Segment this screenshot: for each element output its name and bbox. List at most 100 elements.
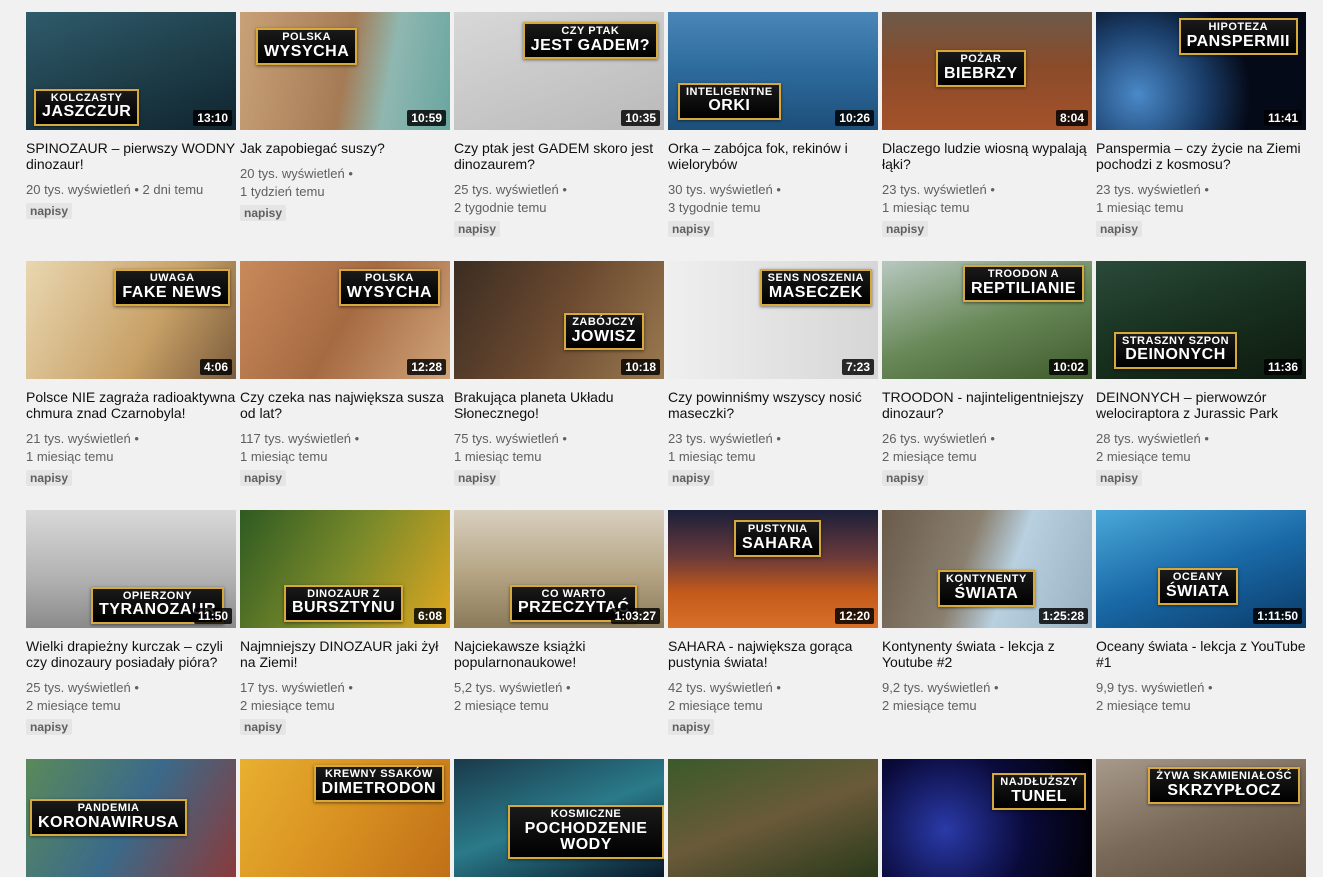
video-title[interactable]: SPINOZAUR – pierwszy WODNY dinozaur! (26, 140, 236, 172)
thumbnail-overlay-line2: BIEBRZY (944, 64, 1018, 82)
video-meta: 23 tys. wyświetleń • 1 miesiąc temu (668, 430, 878, 466)
video-card[interactable]: KOSMICZNE POCHODZENIE WODY (454, 759, 664, 877)
video-card[interactable]: POLSKA WYSYCHA 10:59 Jak zapobiegać suszy? 2… (240, 12, 450, 261)
video-title[interactable]: Polsce NIE zagraża radioaktywna chmura z… (26, 389, 236, 421)
video-card[interactable]: POLSKA WYSYCHA 12:28 Czy czeka nas najwięks… (240, 261, 450, 510)
video-thumbnail[interactable]: POLSKA WYSYCHA 12:28 (240, 261, 450, 379)
video-title[interactable]: SAHARA - największa gorąca pustynia świa… (668, 638, 878, 670)
video-meta: 21 tys. wyświetleń • 1 miesiąc temu (26, 430, 236, 466)
thumbnail-overlay-line2: WYSYCHA (346, 283, 432, 301)
video-thumbnail[interactable]: OPIERZONY TYRANOZAUR 11:50 (26, 510, 236, 628)
thumbnail-overlay-title: PANDEMIA KORONAWIRUSA (30, 799, 188, 837)
video-card[interactable]: KREWNY SSAKÓW DIMETRODON (240, 759, 450, 877)
video-duration: 10:02 (1049, 359, 1088, 375)
thumbnail-overlay-title: POLSKA WYSYCHA (256, 28, 358, 66)
video-card[interactable]: PANDEMIA KORONAWIRUSA (26, 759, 236, 877)
video-thumbnail[interactable]: ŻYWA SKAMIENIAŁOŚĆ SKRZYPŁOCZ (1096, 759, 1306, 877)
video-card[interactable]: PUSTYNIA SAHARA 12:20 SAHARA - największa g… (668, 510, 878, 759)
video-thumbnail[interactable] (668, 759, 878, 877)
meta-separator: • (772, 431, 781, 446)
video-thumbnail[interactable]: NAJDŁUŻSZY TUNEL (882, 759, 1092, 877)
video-title[interactable]: Jak zapobiegać suszy? (240, 140, 450, 156)
thumbnail-overlay-title: NAJDŁUŻSZY TUNEL (992, 773, 1086, 811)
view-count: 117 tys. wyświetleń (240, 431, 352, 446)
video-card[interactable]: CZY PTAK JEST GADEM? 10:35 Czy ptak jest GA… (454, 12, 664, 261)
video-thumbnail[interactable]: OCEANY ŚWIATA 1:11:50 (1096, 510, 1306, 628)
video-title[interactable]: Brakująca planeta Układu Słonecznego! (454, 389, 664, 421)
video-thumbnail[interactable]: POLSKA WYSYCHA 10:59 (240, 12, 450, 130)
thumbnail-overlay-line2: MASECZEK (768, 283, 863, 301)
video-card[interactable]: DINOZAUR Z BURSZTYNU 6:08 Najmniejszy DINOZ… (240, 510, 450, 759)
video-thumbnail[interactable]: INTELIGENTNE ORKI 10:26 (668, 12, 878, 130)
video-thumbnail[interactable]: PUSTYNIA SAHARA 12:20 (668, 510, 878, 628)
video-card[interactable]: OCEANY ŚWIATA 1:11:50 Oceany świata - lekcj… (1096, 510, 1306, 759)
video-thumbnail[interactable]: STRASZNY SZPON DEINONYCH 11:36 (1096, 261, 1306, 379)
video-thumbnail[interactable]: UWAGA FAKE NEWS 4:06 (26, 261, 236, 379)
video-thumbnail[interactable]: CZY PTAK JEST GADEM? 10:35 (454, 12, 664, 130)
video-card[interactable]: UWAGA FAKE NEWS 4:06 Polsce NIE zagraża rad… (26, 261, 236, 510)
thumbnail-overlay-line2: TUNEL (1011, 787, 1068, 805)
video-thumbnail[interactable]: ZABÓJCZY JOWISZ 10:18 (454, 261, 664, 379)
video-duration: 12:28 (407, 359, 446, 375)
video-title[interactable]: Czy powinniśmy wszyscy nosić maseczki? (668, 389, 878, 421)
meta-separator: • (130, 431, 139, 446)
video-card[interactable]: SENS NOSZENIA MASECZEK 7:23 Czy powinniśmy … (668, 261, 878, 510)
upload-age: 2 miesiące temu (1096, 449, 1191, 464)
video-thumbnail[interactable]: POŻAR BIEBRZY 8:04 (882, 12, 1092, 130)
video-card[interactable]: CO WARTO PRZECZYTAĆ 1:03:27 Najciekawsze ks… (454, 510, 664, 759)
video-duration: 6:08 (413, 608, 446, 624)
video-thumbnail[interactable]: KOSMICZNE POCHODZENIE WODY (454, 759, 664, 877)
video-thumbnail[interactable]: KOLCZASTY JASZCZUR 13:10 (26, 12, 236, 130)
video-card[interactable]: TROODON A REPTILIANIE 10:02 TROODON - najin… (882, 261, 1092, 510)
upload-age: 2 miesiące temu (1096, 698, 1191, 713)
video-title[interactable]: Oceany świata - lekcja z YouTube #1 (1096, 638, 1306, 670)
video-meta: 17 tys. wyświetleń • 2 miesiące temu (240, 679, 450, 715)
meta-separator: • (772, 680, 781, 695)
video-card[interactable]: KONTYNENTY ŚWIATA 1:25:28 Kontynenty świata… (882, 510, 1092, 759)
video-thumbnail[interactable]: KREWNY SSAKÓW DIMETRODON (240, 759, 450, 877)
video-card[interactable]: KOLCZASTY JASZCZUR 13:10 SPINOZAUR – pierws… (26, 12, 236, 261)
video-meta: 9,2 tys. wyświetleń • 2 miesiące temu (882, 679, 1092, 715)
video-thumbnail[interactable]: HIPOTEZA PANSPERMII 11:41 (1096, 12, 1306, 130)
video-card[interactable]: POŻAR BIEBRZY 8:04 Dlaczego ludzie wiosną w… (882, 12, 1092, 261)
video-thumbnail[interactable]: DINOZAUR Z BURSZTYNU 6:08 (240, 510, 450, 628)
video-card[interactable]: HIPOTEZA PANSPERMII 11:41 Panspermia – czy … (1096, 12, 1306, 261)
video-card[interactable]: NAJDŁUŻSZY TUNEL (882, 759, 1092, 877)
video-title[interactable]: Dlaczego ludzie wiosną wypalają łąki? (882, 140, 1092, 172)
video-title[interactable]: Czy ptak jest GADEM skoro jest dinozaure… (454, 140, 664, 172)
video-duration: 1:11:50 (1253, 608, 1302, 624)
meta-separator: • (1200, 182, 1209, 197)
video-meta: 23 tys. wyświetleń • 1 miesiąc temu (882, 181, 1092, 217)
video-title[interactable]: Panspermia – czy życie na Ziemi pochodzi… (1096, 140, 1306, 172)
meta-separator: • (558, 431, 567, 446)
video-title[interactable]: Kontynenty świata - lekcja z Youtube #2 (882, 638, 1092, 670)
video-card[interactable] (668, 759, 878, 877)
view-count: 23 tys. wyświetleń (882, 182, 987, 197)
video-card[interactable]: ŻYWA SKAMIENIAŁOŚĆ SKRZYPŁOCZ (1096, 759, 1306, 877)
thumbnail-overlay-line2: DEINONYCH (1125, 346, 1226, 364)
video-title[interactable]: Orka – zabójca fok, rekinów i wielorybów (668, 140, 878, 172)
video-meta: 42 tys. wyświetleń • 2 miesiące temu (668, 679, 878, 715)
view-count: 25 tys. wyświetleń (26, 680, 131, 695)
video-card[interactable]: INTELIGENTNE ORKI 10:26 Orka – zabójca fok,… (668, 12, 878, 261)
video-thumbnail[interactable]: TROODON A REPTILIANIE 10:02 (882, 261, 1092, 379)
video-title[interactable]: Czy czeka nas największa susza od lat? (240, 389, 450, 421)
upload-age: 2 miesiące temu (454, 698, 549, 713)
thumbnail-overlay-line2: JEST GADEM? (530, 36, 650, 54)
thumbnail-overlay-line1: PUSTYNIA (747, 523, 808, 535)
video-title[interactable]: TROODON - najinteligentniejszy dinozaur? (882, 389, 1092, 421)
thumbnail-overlay-line2: PANSPERMII (1186, 32, 1290, 50)
video-card[interactable]: STRASZNY SZPON DEINONYCH 11:36 DEINONYCH – … (1096, 261, 1306, 510)
thumbnail-overlay-line2: FAKE NEWS (122, 283, 222, 301)
video-title[interactable]: Wielki drapieżny kurczak – czyli czy din… (26, 638, 236, 670)
video-thumbnail[interactable]: SENS NOSZENIA MASECZEK 7:23 (668, 261, 878, 379)
video-title[interactable]: Najciekawsze książki popularnonaukowe! (454, 638, 664, 670)
video-title[interactable]: Najmniejszy DINOZAUR jaki żył na Ziemi! (240, 638, 450, 670)
video-card[interactable]: ZABÓJCZY JOWISZ 10:18 Brakująca planeta Ukł… (454, 261, 664, 510)
video-thumbnail[interactable]: CO WARTO PRZECZYTAĆ 1:03:27 (454, 510, 664, 628)
video-thumbnail[interactable]: KONTYNENTY ŚWIATA 1:25:28 (882, 510, 1092, 628)
thumbnail-overlay-title: KONTYNENTY ŚWIATA (938, 570, 1035, 608)
video-card[interactable]: OPIERZONY TYRANOZAUR 11:50 Wielki drapieżny… (26, 510, 236, 759)
video-title[interactable]: DEINONYCH – pierwowzór welociraptora z J… (1096, 389, 1306, 421)
video-thumbnail[interactable]: PANDEMIA KORONAWIRUSA (26, 759, 236, 877)
